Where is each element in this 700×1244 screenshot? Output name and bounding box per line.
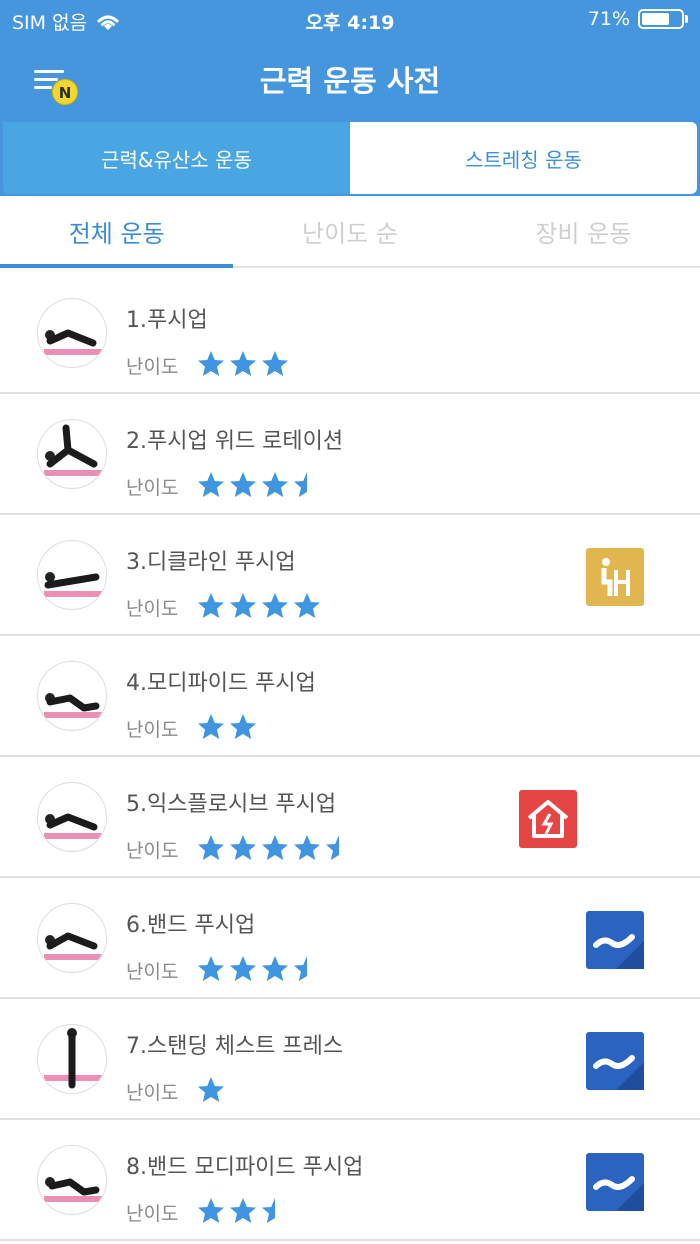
segment-strength-cardio[interactable]: 근력&유산소 운동: [3, 122, 350, 194]
star-icon: [326, 835, 339, 860]
battery-icon: [638, 9, 684, 29]
difficulty-label: 난이도: [126, 1082, 179, 1104]
star-icon: [230, 1198, 256, 1223]
difficulty-label: 난이도: [126, 840, 179, 862]
star-icon: [262, 472, 288, 497]
exercise-thumbnail: [37, 1024, 107, 1094]
exercise-row[interactable]: 4.모디파이드 푸시업난이도: [0, 636, 700, 757]
difficulty-label: 난이도: [126, 1203, 179, 1225]
exercise-name: 7.스탠딩 체스트 프레스: [126, 1034, 344, 1059]
star-icon: [198, 835, 224, 860]
exercise-row[interactable]: 8.밴드 모디파이드 푸시업난이도: [0, 1120, 700, 1241]
star-icon: [262, 351, 288, 376]
battery-percent: 71%: [587, 8, 630, 30]
difficulty-label: 난이도: [126, 719, 179, 741]
exercise-row[interactable]: 2.푸시업 위드 로테이션난이도: [0, 394, 700, 515]
tab-difficulty[interactable]: 난이도 순: [233, 196, 466, 266]
star-icon: [294, 835, 320, 860]
noise-warning-icon: [519, 790, 577, 848]
star-icon: [198, 1198, 224, 1223]
exercise-name: 6.밴드 푸시업: [126, 913, 256, 938]
exercise-name: 5.익스플로시브 푸시업: [126, 792, 337, 817]
difficulty-rating: [196, 831, 354, 865]
star-icon: [198, 1077, 224, 1102]
exercise-thumbnail: [37, 419, 107, 489]
difficulty-label: 난이도: [126, 961, 179, 983]
difficulty-label: 난이도: [126, 356, 179, 378]
exercise-name: 3.디클라인 푸시업: [126, 550, 296, 575]
exercise-thumbnail: [37, 903, 107, 973]
exercise-thumbnail: [37, 298, 107, 368]
star-icon: [294, 593, 320, 618]
star-icon: [198, 714, 224, 739]
band-icon: [586, 911, 644, 969]
filter-tabs: 전체 운동 난이도 순 장비 운동: [0, 196, 700, 268]
page-title: 근력 운동 사전: [259, 64, 441, 98]
chair-icon: [586, 548, 644, 606]
exercise-thumbnail: [37, 782, 107, 852]
exercise-list: 1.푸시업 난이도 2.푸시업 위드 로테이션 난이도 3.디클라인 푸시업 난이도 4.모…: [0, 273, 700, 1241]
star-icon: [230, 714, 256, 739]
star-icon: [230, 472, 256, 497]
difficulty-rating: [196, 347, 290, 381]
star-icon: [230, 351, 256, 376]
star-icon: [262, 956, 288, 981]
band-icon: [586, 1153, 644, 1211]
exercise-name: 4.모디파이드 푸시업: [126, 671, 316, 696]
star-icon: [198, 472, 224, 497]
tab-equipment[interactable]: 장비 운동: [467, 196, 700, 266]
category-segment: 근력&유산소 운동 스트레칭 운동: [0, 120, 700, 196]
difficulty-rating: [196, 589, 322, 623]
exercise-thumbnail: [37, 1145, 107, 1215]
exercise-thumbnail: [37, 540, 107, 610]
exercise-name: 8.밴드 모디파이드 푸시업: [126, 1155, 364, 1180]
difficulty-rating: [196, 710, 258, 744]
star-icon: [294, 472, 307, 497]
exercise-row[interactable]: 6.밴드 푸시업난이도: [0, 878, 700, 999]
exercise-row[interactable]: 5.익스플로시브 푸시업난이도: [0, 757, 700, 878]
exercise-thumbnail: [37, 661, 107, 731]
star-icon: [230, 835, 256, 860]
status-bar: SIM 없음 오후 4:19 71%: [0, 0, 700, 40]
tab-all[interactable]: 전체 운동: [0, 196, 234, 268]
star-icon: [262, 835, 288, 860]
segment-stretching[interactable]: 스트레칭 운동: [350, 122, 697, 194]
star-icon: [294, 956, 307, 981]
star-icon: [198, 593, 224, 618]
app-header: SIM 없음 오후 4:19 71% N 근력 운동 사전: [0, 0, 700, 120]
battery-status: 71%: [588, 8, 688, 30]
star-icon: [230, 593, 256, 618]
star-icon: [262, 593, 288, 618]
star-icon: [198, 956, 224, 981]
band-icon: [586, 1032, 644, 1090]
exercise-row[interactable]: 3.디클라인 푸시업난이도: [0, 515, 700, 636]
difficulty-rating: [196, 1073, 226, 1107]
difficulty-rating: [196, 468, 322, 502]
exercise-row[interactable]: 1.푸시업난이도: [0, 273, 700, 394]
star-icon: [230, 956, 256, 981]
star-icon: [198, 351, 224, 376]
star-icon: [262, 1198, 275, 1223]
difficulty-label: 난이도: [126, 598, 179, 620]
exercise-name: 2.푸시업 위드 로테이션: [126, 429, 344, 454]
exercise-row[interactable]: 7.스탠딩 체스트 프레스난이도: [0, 999, 700, 1120]
difficulty-label: 난이도: [126, 477, 179, 499]
difficulty-rating: [196, 952, 322, 986]
exercise-name: 1.푸시업: [126, 308, 208, 333]
difficulty-rating: [196, 1194, 290, 1228]
